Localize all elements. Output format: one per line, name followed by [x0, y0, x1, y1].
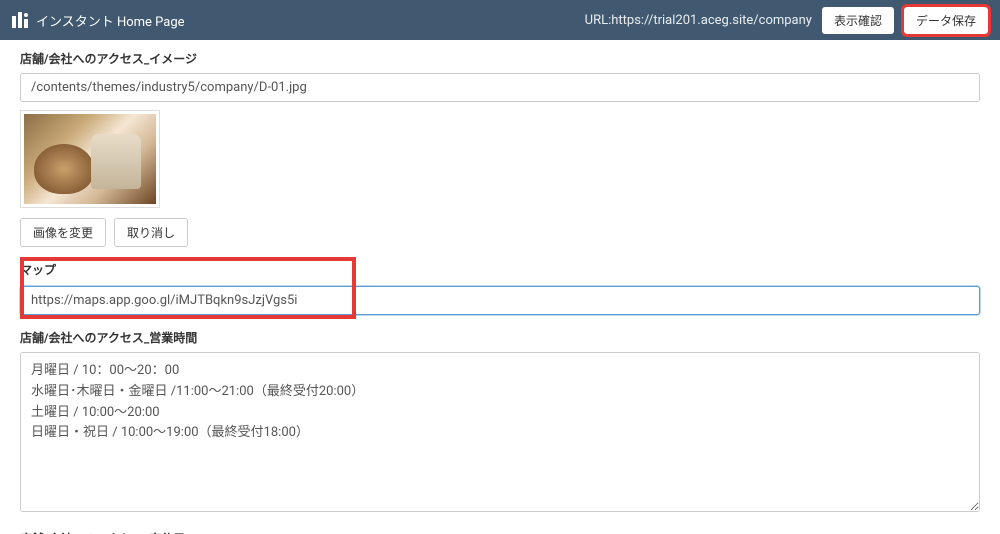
hours-label: 店舗/会社へのアクセス_営業時間: [20, 329, 980, 346]
logo-icon: [12, 12, 30, 28]
cancel-image-button[interactable]: 取り消し: [114, 218, 188, 247]
header-left: インスタント Home Page: [12, 11, 185, 30]
map-url-input[interactable]: [20, 286, 980, 315]
image-preview: [24, 114, 156, 204]
page-url: URL:https://trial201.aceg.site/company: [585, 13, 812, 28]
closed-group: 店舗/会社へのアクセス_定休日: [20, 530, 980, 534]
save-button[interactable]: データ保存: [904, 7, 988, 34]
app-header: インスタント Home Page URL:https://trial201.ac…: [0, 0, 1000, 40]
content-area: 店舗/会社へのアクセス_イメージ 画像を変更 取り消し マップ 店舗/会社へのア…: [0, 40, 1000, 534]
image-button-row: 画像を変更 取り消し: [20, 218, 980, 247]
map-label: マップ: [20, 261, 980, 278]
brand-title: インスタント Home Page: [36, 11, 185, 30]
map-group: マップ: [20, 261, 980, 315]
hours-group: 店舗/会社へのアクセス_営業時間: [20, 329, 980, 516]
access-image-path-input[interactable]: [20, 73, 980, 102]
access-image-label: 店舗/会社へのアクセス_イメージ: [20, 50, 980, 67]
header-right: URL:https://trial201.aceg.site/company 表…: [585, 7, 988, 34]
hours-textarea[interactable]: [20, 352, 980, 512]
closed-label: 店舗/会社へのアクセス_定休日: [20, 530, 980, 534]
image-preview-container: [20, 110, 160, 208]
access-image-group: 店舗/会社へのアクセス_イメージ 画像を変更 取り消し: [20, 50, 980, 247]
preview-button[interactable]: 表示確認: [822, 7, 894, 34]
change-image-button[interactable]: 画像を変更: [20, 218, 106, 247]
